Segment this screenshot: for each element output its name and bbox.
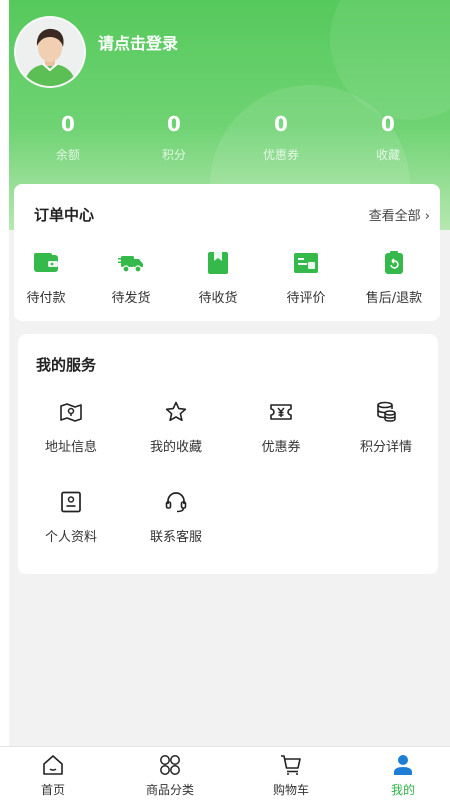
service-label: 个人资料: [44, 530, 97, 545]
review-icon: [294, 253, 318, 273]
service-coupons[interactable]: 优惠券: [231, 400, 331, 455]
stat-label: 余额: [55, 148, 80, 162]
coins-icon: [377, 401, 396, 422]
order-item-label: 售后/退款: [365, 291, 423, 306]
tab-label: 首页: [40, 783, 65, 797]
map-icon: [60, 403, 82, 422]
service-profile[interactable]: 个人资料: [21, 490, 121, 545]
user-icon: [394, 755, 412, 775]
headset-icon: [165, 492, 187, 513]
order-pending-receipt[interactable]: 待收货: [178, 250, 258, 306]
order-center-title: 订单中心: [34, 206, 95, 224]
home-icon: [43, 755, 63, 775]
service-label: 优惠券: [261, 440, 301, 455]
avatar[interactable]: [14, 16, 86, 88]
category-icon: [160, 755, 180, 775]
stat-value: 0: [274, 112, 288, 136]
order-item-label: 待评价: [286, 291, 326, 306]
order-item-label: 待发货: [111, 291, 151, 306]
stat-value: 0: [381, 112, 395, 136]
my-services-title: 我的服务: [36, 356, 97, 374]
order-center-card: 订单中心 查看全部 › 待付款 待发货 待收货 待评价 售后/退款: [14, 184, 440, 321]
login-link[interactable]: 请点击登录: [98, 30, 178, 54]
my-services-card: 我的服务 地址信息 我的收藏 优惠券 积分详情 个人资料 联系客服: [18, 334, 438, 574]
cart-icon: [281, 755, 301, 775]
service-favorites[interactable]: 我的收藏: [126, 400, 226, 455]
service-label: 我的收藏: [149, 440, 202, 455]
default-avatar-icon: [16, 18, 84, 86]
service-customer-support[interactable]: 联系客服: [126, 490, 226, 545]
view-all-label: 查看全部: [368, 209, 421, 224]
stat-value: 0: [167, 112, 181, 136]
package-icon: [208, 252, 228, 274]
tab-mine[interactable]: 我的: [348, 753, 450, 798]
coupon-icon: [270, 404, 292, 420]
order-pending-payment[interactable]: 待付款: [6, 250, 86, 306]
stat-value: 0: [61, 112, 75, 136]
frame-edge: [0, 0, 9, 746]
stat-label: 积分: [161, 148, 186, 162]
tab-home[interactable]: 首页: [0, 753, 108, 798]
stat-favorites[interactable]: 0 收藏: [348, 112, 428, 163]
refund-icon: [385, 251, 403, 274]
tab-cart[interactable]: 购物车: [236, 753, 346, 798]
stat-label: 收藏: [375, 148, 400, 162]
stat-balance[interactable]: 0 余额: [28, 112, 108, 163]
view-all-orders-link[interactable]: 查看全部 ›: [369, 205, 430, 224]
service-label: 联系客服: [149, 530, 202, 545]
truck-icon: [118, 256, 143, 273]
star-icon: [165, 401, 187, 422]
stat-points[interactable]: 0 积分: [134, 112, 214, 163]
tab-label: 购物车: [272, 783, 309, 797]
stat-coupons[interactable]: 0 优惠券: [241, 112, 321, 163]
profile-icon: [61, 491, 81, 513]
bottom-tab-bar: 首页 商品分类 购物车 我的: [0, 746, 450, 801]
service-points-detail[interactable]: 积分详情: [336, 400, 436, 455]
service-address[interactable]: 地址信息: [21, 400, 121, 455]
order-item-label: 待收货: [198, 291, 238, 306]
stat-label: 优惠券: [262, 148, 299, 162]
tab-label: 我的: [390, 783, 415, 797]
service-label: 地址信息: [44, 440, 97, 455]
tab-label: 商品分类: [145, 783, 194, 797]
service-label: 积分详情: [359, 440, 412, 455]
order-pending-shipment[interactable]: 待发货: [91, 250, 171, 306]
order-pending-review[interactable]: 待评价: [266, 250, 346, 306]
chevron-right-icon: ›: [424, 209, 430, 224]
tab-categories[interactable]: 商品分类: [115, 753, 225, 798]
order-after-sales[interactable]: 售后/退款: [354, 250, 434, 306]
order-item-label: 待付款: [26, 291, 66, 306]
wallet-icon: [34, 253, 58, 272]
